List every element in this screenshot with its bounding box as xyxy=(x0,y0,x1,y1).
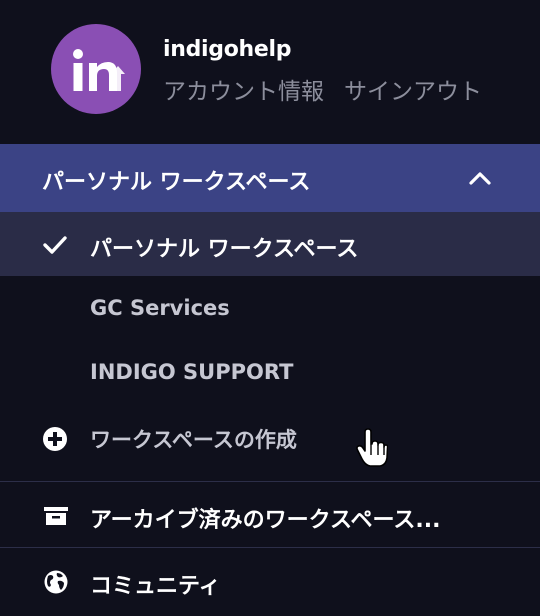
sign-out-link[interactable]: サインアウト xyxy=(344,79,482,105)
account-info-link[interactable]: アカウント情報 xyxy=(163,79,324,105)
create-workspace-label: ワークスペースの作成 xyxy=(90,428,297,452)
workspace-item-label: パーソナル ワークスペース xyxy=(90,237,359,262)
account-links: アカウント情報 サインアウト xyxy=(163,72,482,106)
workspace-menu-header[interactable]: パーソナル ワークスペース xyxy=(0,144,540,212)
workspace-item-selected[interactable]: パーソナル ワークスペース xyxy=(0,212,540,276)
community-link[interactable]: コミュニティ xyxy=(0,549,540,613)
archived-workspaces-link[interactable]: アーカイブ済みのワークスペース... xyxy=(0,483,540,547)
avatar xyxy=(51,24,141,114)
checkmark-icon xyxy=(43,236,67,254)
workspace-item-label: GC Services xyxy=(90,296,230,320)
globe-icon xyxy=(44,570,68,594)
divider xyxy=(0,481,540,482)
chevron-up-icon xyxy=(469,172,491,185)
community-label: コミュニティ xyxy=(90,574,221,599)
workspace-menu-header-label: パーソナル ワークスペース xyxy=(42,170,311,195)
plus-circle-icon xyxy=(43,427,67,451)
username: indigohelp xyxy=(163,37,292,62)
workspace-item-indigo-support[interactable]: INDIGO SUPPORT xyxy=(0,344,540,404)
archive-icon xyxy=(44,507,68,525)
divider xyxy=(0,547,540,548)
indigo-logo-icon xyxy=(73,49,125,91)
workspace-item-label: INDIGO SUPPORT xyxy=(90,360,294,384)
account-section: indigohelp アカウント情報 サインアウト xyxy=(0,0,540,144)
workspace-item-gc-services[interactable]: GC Services xyxy=(0,280,540,340)
hand-pointer-cursor-icon xyxy=(356,428,388,467)
archived-workspaces-label: アーカイブ済みのワークスペース... xyxy=(90,508,441,533)
create-workspace-button[interactable]: ワークスペースの作成 xyxy=(0,408,540,468)
